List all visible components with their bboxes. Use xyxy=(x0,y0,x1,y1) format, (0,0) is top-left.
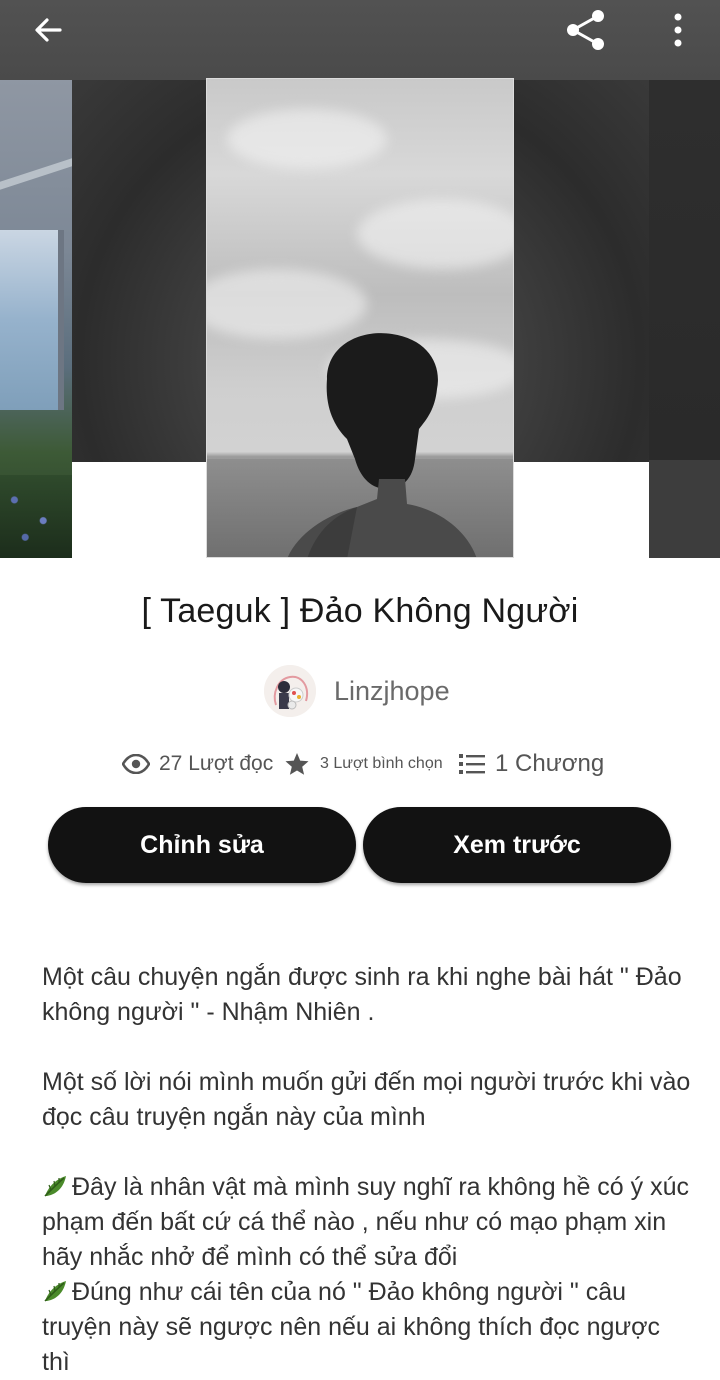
avatar-image xyxy=(264,665,316,717)
cover-art-detail xyxy=(0,158,72,190)
reads-stat: 27 Lượt đọc xyxy=(122,744,273,784)
share-icon xyxy=(567,10,604,50)
story-description: Một câu chuyện ngắn được sinh ra khi ngh… xyxy=(42,960,692,1380)
edit-button[interactable]: Chỉnh sửa xyxy=(48,807,356,883)
star-icon xyxy=(285,753,309,775)
share-button[interactable] xyxy=(562,6,610,54)
toolbar-background xyxy=(0,0,720,80)
cover-art-detail xyxy=(227,109,387,169)
cover-art-detail xyxy=(0,475,72,558)
votes-count: 3 Lượt bình chọn xyxy=(320,755,443,772)
description-paragraph: Đây là nhân vật mà mình suy nghĩ ra khôn… xyxy=(42,1170,692,1275)
person-silhouette xyxy=(287,333,477,557)
parts-stat: 1 Chương xyxy=(459,744,604,784)
description-paragraph: Một câu chuyện ngắn được sinh ra khi ngh… xyxy=(42,963,682,1026)
cover-carousel xyxy=(0,0,720,560)
description-paragraph: Đúng như cái tên của nó " Đảo không ngườ… xyxy=(42,1275,692,1380)
more-options-button[interactable] xyxy=(654,6,702,54)
description-paragraph: Một số lời nói mình muốn gửi đến mọi ngư… xyxy=(42,1068,691,1131)
description-text: Đây là nhân vật mà mình suy nghĩ ra khôn… xyxy=(42,1173,690,1271)
herb-leaf-icon xyxy=(44,1281,66,1302)
story-cover-image[interactable] xyxy=(206,78,514,558)
author-name: Linzjhope xyxy=(334,675,450,706)
reads-count: 27 Lượt đọc xyxy=(159,752,274,775)
cover-art-detail xyxy=(649,460,720,558)
story-stats: 27 Lượt đọc 3 Lượt bình chọn 1 Chương xyxy=(0,744,720,784)
next-story-cover[interactable] xyxy=(649,80,720,558)
description-text: Đúng như cái tên của nó " Đảo không ngườ… xyxy=(42,1278,661,1376)
more-vertical-icon xyxy=(674,13,682,47)
list-icon xyxy=(459,754,485,774)
votes-stat: 3 Lượt bình chọn xyxy=(284,744,443,784)
previous-story-cover[interactable] xyxy=(0,80,72,558)
preview-button[interactable]: Xem trước xyxy=(363,807,671,883)
author-avatar xyxy=(264,665,316,717)
author-link[interactable]: Linzjhope xyxy=(264,664,450,718)
cover-art-detail xyxy=(0,230,64,410)
cover-art-detail xyxy=(357,199,513,269)
parts-count: 1 Chương xyxy=(495,750,605,777)
herb-leaf-icon xyxy=(44,1176,66,1197)
eye-icon xyxy=(122,754,150,774)
story-title: [ Taeguk ] Đảo Không Người xyxy=(141,592,579,630)
back-button[interactable] xyxy=(24,6,72,54)
arrow-left-icon xyxy=(35,18,62,42)
